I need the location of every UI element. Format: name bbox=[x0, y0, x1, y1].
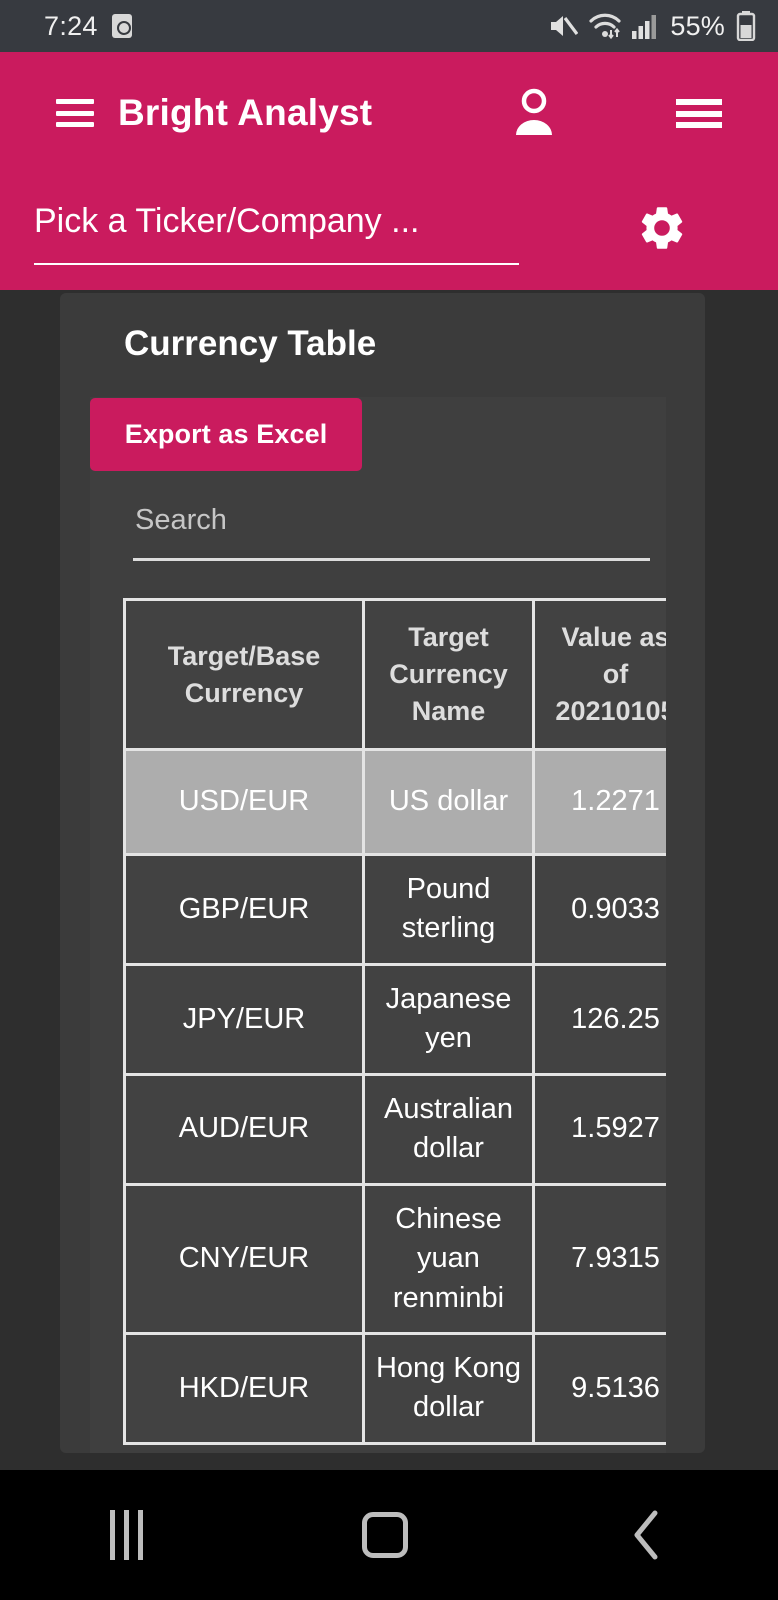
alarm-icon bbox=[111, 14, 132, 38]
cell-value: 0.9033 bbox=[535, 856, 666, 966]
cell-pair: GBP/EUR bbox=[126, 856, 365, 966]
ticker-search-row bbox=[0, 174, 778, 290]
column-header-value[interactable]: Value as of 20210105 bbox=[535, 601, 666, 751]
app-title: Bright Analyst bbox=[118, 92, 373, 133]
gear-icon[interactable] bbox=[636, 202, 688, 254]
table-body: USD/EUR US dollar 1.2271 GBP/EUR Pound s… bbox=[126, 751, 666, 1445]
column-header-pair[interactable]: Target/Base Currency bbox=[126, 601, 365, 751]
mute-icon bbox=[551, 16, 579, 36]
table-row[interactable]: CNY/EUR Chinese yuan renminbi 7.9315 bbox=[126, 1185, 666, 1335]
cell-name: Japanese yen bbox=[365, 965, 535, 1076]
column-header-name[interactable]: Target Currency Name bbox=[365, 601, 535, 751]
home-icon[interactable] bbox=[361, 1512, 408, 1558]
person-icon[interactable] bbox=[510, 87, 558, 139]
cell-pair: USD/EUR bbox=[126, 751, 365, 856]
cell-value: 1.2271 bbox=[535, 751, 666, 856]
cell-value: 9.5136 bbox=[535, 1334, 666, 1445]
app-bar-top-row: Bright Analyst bbox=[0, 52, 778, 174]
table-header: Target/Base Currency Target Currency Nam… bbox=[126, 601, 666, 751]
cell-value: 1.5927 bbox=[535, 1075, 666, 1186]
currency-table: Target/Base Currency Target Currency Nam… bbox=[123, 598, 666, 1445]
status-bar: 7:24 55% bbox=[0, 0, 778, 52]
back-icon[interactable] bbox=[627, 1507, 669, 1563]
ticker-search-input[interactable] bbox=[34, 202, 519, 265]
wifi-icon bbox=[589, 13, 621, 40]
table-panel: Export as Excel Target/Base Currency Tar… bbox=[90, 397, 666, 1453]
status-clock: 7:24 bbox=[44, 10, 98, 41]
cell-name: Australian dollar bbox=[365, 1075, 535, 1186]
cell-pair: HKD/EUR bbox=[126, 1334, 365, 1445]
page-title: Currency Table bbox=[124, 324, 377, 363]
cell-pair: CNY/EUR bbox=[126, 1185, 365, 1335]
cell-name: Pound sterling bbox=[365, 856, 535, 966]
cell-value: 126.25 bbox=[535, 965, 666, 1076]
cell-name: Chinese yuan renminbi bbox=[365, 1185, 535, 1335]
cell-name: US dollar bbox=[365, 751, 535, 856]
currency-table-card: Currency Table Export as Excel Target/Ba… bbox=[60, 293, 705, 1453]
cell-name: Hong Kong dollar bbox=[365, 1334, 535, 1445]
cell-pair: AUD/EUR bbox=[126, 1075, 365, 1186]
signal-icon bbox=[632, 15, 657, 39]
table-row[interactable]: JPY/EUR Japanese yen 126.25 bbox=[126, 965, 666, 1076]
search-input[interactable] bbox=[133, 504, 650, 561]
recents-icon[interactable] bbox=[109, 1510, 143, 1560]
table-row[interactable]: HKD/EUR Hong Kong dollar 9.5136 bbox=[126, 1334, 666, 1445]
app-bar: Bright Analyst bbox=[0, 52, 778, 290]
hamburger-menu-icon[interactable] bbox=[56, 99, 94, 127]
table-row[interactable]: GBP/EUR Pound sterling 0.9033 bbox=[126, 856, 666, 966]
overflow-menu-icon[interactable] bbox=[676, 99, 722, 128]
android-navigation-bar bbox=[0, 1470, 778, 1600]
cell-pair: JPY/EUR bbox=[126, 965, 365, 1076]
table-row[interactable]: AUD/EUR Australian dollar 1.5927 bbox=[126, 1075, 666, 1186]
export-as-excel-button[interactable]: Export as Excel bbox=[90, 398, 362, 471]
table-scroll-container[interactable]: Target/Base Currency Target Currency Nam… bbox=[123, 598, 666, 1453]
cell-value: 7.9315 bbox=[535, 1185, 666, 1335]
search-field-wrapper bbox=[133, 504, 650, 561]
battery-percent: 55% bbox=[670, 10, 725, 41]
table-header-row: Target/Base Currency Target Currency Nam… bbox=[126, 601, 666, 751]
status-icons: 55% bbox=[548, 11, 756, 42]
table-row[interactable]: USD/EUR US dollar 1.2271 bbox=[126, 751, 666, 856]
battery-icon bbox=[736, 11, 756, 41]
